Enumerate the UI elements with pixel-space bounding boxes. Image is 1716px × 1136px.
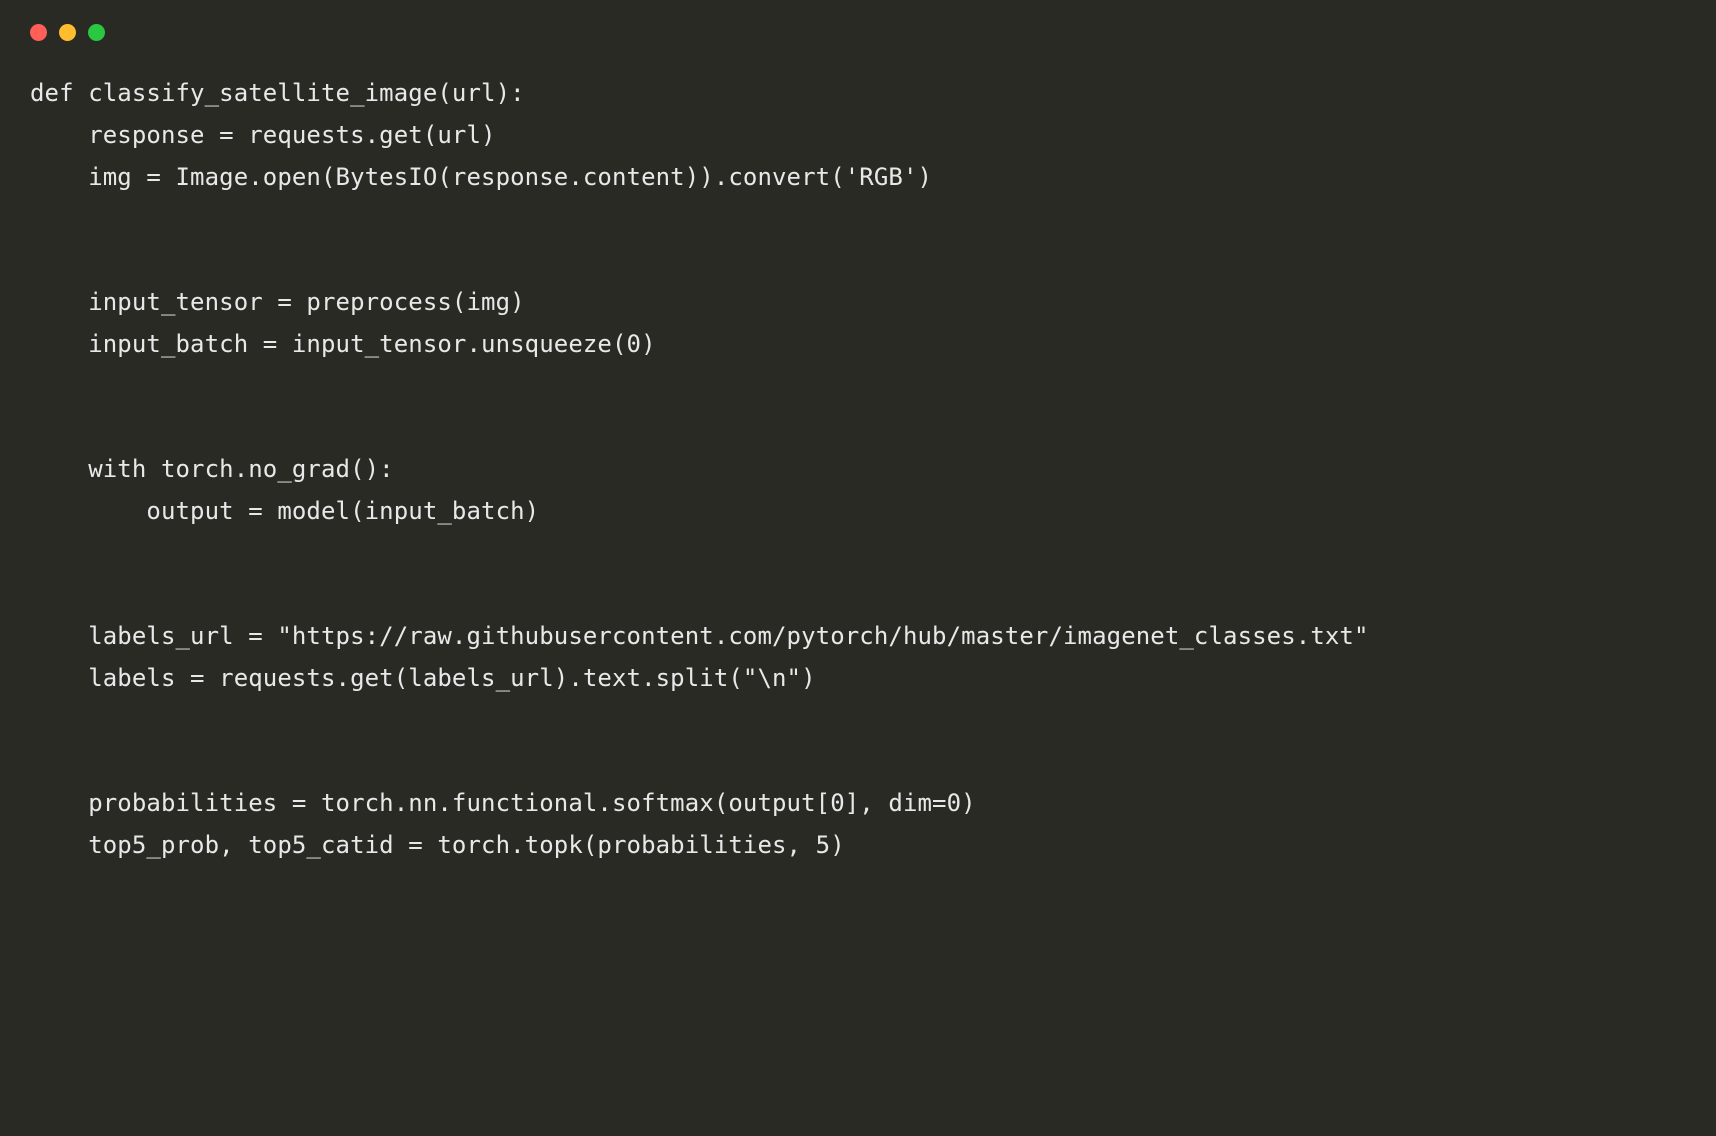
code-line: top5_prob, top5_catid = torch.topk(proba… [30,831,845,859]
close-window-button[interactable] [30,24,47,41]
code-line: labels = requests.get(labels_url).text.s… [30,664,816,692]
code-line: input_batch = input_tensor.unsqueeze(0) [30,330,656,358]
window-traffic-lights [0,0,1716,41]
code-line: def classify_satellite_image(url): [30,79,525,107]
code-line: probabilities = torch.nn.functional.soft… [30,789,976,817]
code-line: labels_url = "https://raw.githubusercont… [30,622,1369,650]
maximize-window-button[interactable] [88,24,105,41]
minimize-window-button[interactable] [59,24,76,41]
code-editor-content[interactable]: def classify_satellite_image(url): respo… [0,41,1716,866]
code-line: input_tensor = preprocess(img) [30,288,525,316]
code-line: with torch.no_grad(): [30,455,394,483]
code-line: response = requests.get(url) [30,121,496,149]
code-line: output = model(input_batch) [30,497,539,525]
code-line: img = Image.open(BytesIO(response.conten… [30,163,932,191]
